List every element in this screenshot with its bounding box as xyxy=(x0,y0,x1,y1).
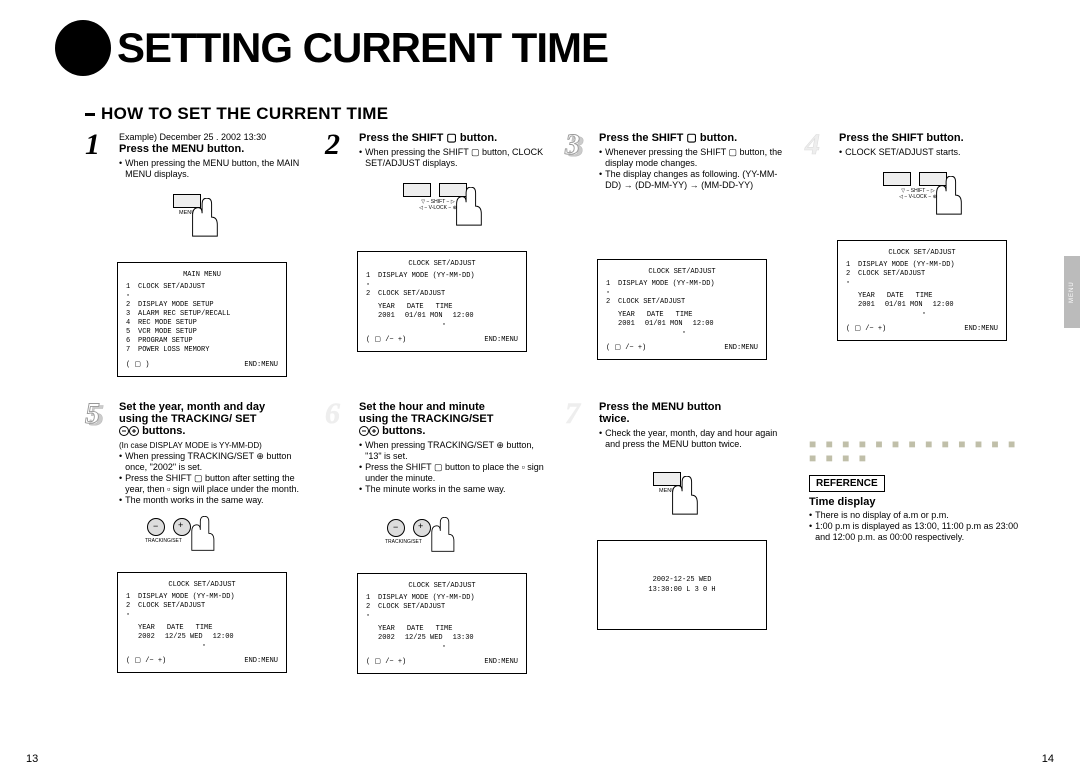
step-5-screen: CLOCK SET/ADJUST 1DISPLAY MODE (YY-MM-DD… xyxy=(117,572,287,673)
dash-icon xyxy=(85,113,95,116)
step-number-3: 3 3 xyxy=(565,128,597,162)
page-number-right: 14 xyxy=(1042,753,1054,765)
steps-row-2: 5 5 Set the year, month and day using th… xyxy=(87,397,1053,678)
step-1-screen: MAIN MENU 1 ▫CLOCK SET/ADJUST 2DISPLAY M… xyxy=(117,262,287,377)
step-1-example: Example) December 25 . 2002 13:30 xyxy=(119,132,309,142)
reference-column: ■ ■ ■ ■ ■ ■ ■ ■ ■ ■ ■ ■ ■ ■ ■ ■ ■ REFERE… xyxy=(807,397,1047,678)
step-5-title: Set the year, month and day using the TR… xyxy=(119,401,309,437)
step-2-title: Press the SHIFT ▢ button. xyxy=(359,132,549,144)
minus-icon xyxy=(359,426,369,436)
plus-icon xyxy=(369,426,379,436)
step-1: 1 Example) December 25 . 2002 13:30 Pres… xyxy=(87,128,327,381)
step-4-title: Press the SHIFT button. xyxy=(839,132,1029,144)
step-2-press-illus: ▽ − SHIFT − ▷ ◁ − V-LOCK − ⊕ xyxy=(369,179,499,245)
step-6-bullets: When pressing TRACKING/SET ⊕ button, "13… xyxy=(359,440,549,495)
step-5: 5 5 Set the year, month and day using th… xyxy=(87,397,327,678)
step-1-bullets: When pressing the MENU button, the MAIN … xyxy=(119,158,309,180)
step-6-title: Set the hour and minute using the TRACKI… xyxy=(359,401,549,437)
step-number-2: 2 xyxy=(325,128,357,162)
page-title-row: SETTING CURRENT TIME xyxy=(55,20,1080,76)
steps-row-1: 1 Example) December 25 . 2002 13:30 Pres… xyxy=(87,128,1053,381)
step-1-press-illus: MENU xyxy=(129,190,259,256)
step-2: 2 Press the SHIFT ▢ button. When pressin… xyxy=(327,128,567,381)
reference-dots-icon: ■ ■ ■ ■ ■ ■ ■ ■ ■ ■ ■ ■ ■ ■ ■ ■ ■ xyxy=(809,437,1029,465)
step-6-screen: CLOCK SET/ADJUST 1DISPLAY MODE (YY-MM-DD… xyxy=(357,573,527,674)
step-7-press-illus: MENU xyxy=(609,468,739,534)
page-number-left: 13 xyxy=(26,753,38,765)
step-7-bullets: Check the year, month, day and hour agai… xyxy=(599,428,789,450)
step-3-screen: CLOCK SET/ADJUST 1 ▫DISPLAY MODE (YY-MM-… xyxy=(597,259,767,360)
reference-bullets: There is no display of a.m or p.m. 1:00 … xyxy=(809,510,1029,543)
step-3-bullets: Whenever pressing the SHIFT ▢ button, th… xyxy=(599,147,789,191)
plus-icon xyxy=(129,426,139,436)
step-3-title: Press the SHIFT ▢ button. xyxy=(599,132,789,144)
step-5-trackset-illus: − + TRACKING/SET xyxy=(127,516,309,566)
reference-title: Time display xyxy=(809,496,1029,508)
step-7-screen: 2002-12-25 WED 13:30:00 L 3 0 H xyxy=(597,540,767,630)
side-tab-menu: MENU xyxy=(1064,256,1080,328)
step-6-trackset-illus: − + TRACKING/SET xyxy=(367,517,549,567)
reference-label: REFERENCE xyxy=(809,475,885,492)
minus-icon xyxy=(119,426,129,436)
step-1-title: Press the MENU button. xyxy=(119,143,309,155)
step-7: 7 Press the MENU button twice. Check the… xyxy=(567,397,807,678)
step-2-screen: CLOCK SET/ADJUST 1 ▫DISPLAY MODE (YY-MM-… xyxy=(357,251,527,352)
step-number-6: 6 xyxy=(325,397,357,431)
section-header: HOW TO SET THE CURRENT TIME xyxy=(85,104,1080,124)
step-number-5: 5 5 xyxy=(85,397,117,431)
step-number-1: 1 xyxy=(85,128,117,162)
step-4-bullets: CLOCK SET/ADJUST starts. xyxy=(839,147,1029,158)
title-bullet-icon xyxy=(55,20,111,76)
step-4-screen: CLOCK SET/ADJUST 1DISPLAY MODE (YY-MM-DD… xyxy=(837,240,1007,341)
step-2-bullets: When pressing the SHIFT ▢ button, CLOCK … xyxy=(359,147,549,169)
step-4: 4 Press the SHIFT button. CLOCK SET/ADJU… xyxy=(807,128,1047,381)
step-6: 6 Set the hour and minute using the TRAC… xyxy=(327,397,567,678)
step-5-bullets: (In case DISPLAY MODE is YY-MM-DD) When … xyxy=(119,440,309,506)
step-7-title: Press the MENU button twice. xyxy=(599,401,789,425)
step-number-7: 7 xyxy=(565,397,597,431)
step-4-press-illus: ▽ − SHIFT − ▷ ◁ − V-LOCK − ⊕ xyxy=(849,168,979,234)
step-number-4: 4 xyxy=(805,128,837,162)
step-3: 3 3 Press the SHIFT ▢ button. Whenever p… xyxy=(567,128,807,381)
section-title: HOW TO SET THE CURRENT TIME xyxy=(101,104,388,124)
page-title: SETTING CURRENT TIME xyxy=(117,24,608,72)
